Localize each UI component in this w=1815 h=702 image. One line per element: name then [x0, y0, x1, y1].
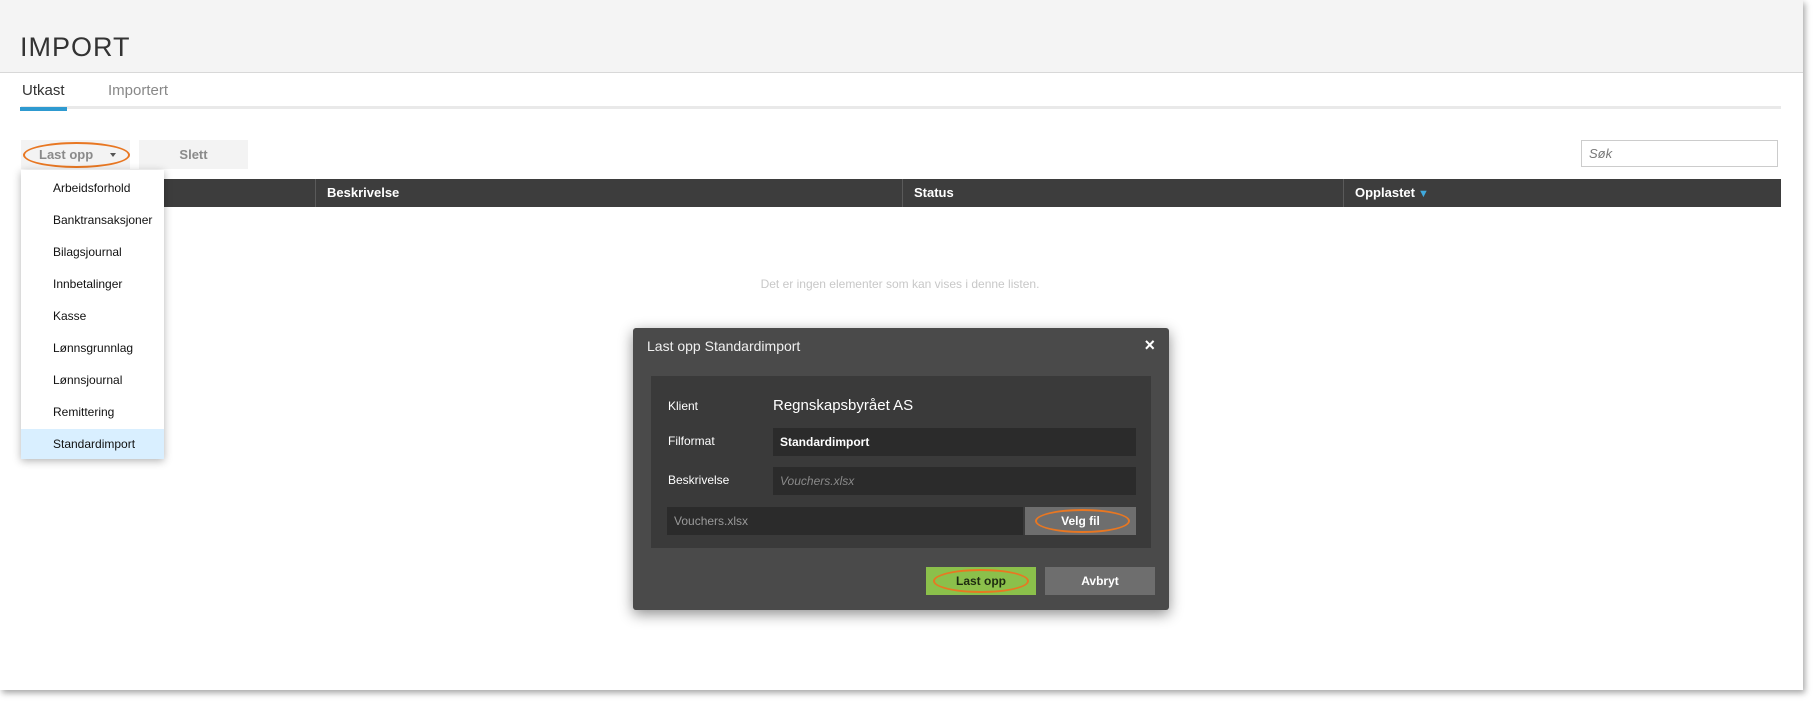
delete-button[interactable]: Slett: [139, 140, 248, 169]
chevron-down-icon: [110, 153, 116, 157]
column-label: Beskrivelse: [327, 185, 400, 200]
menu-item-lonnsjournal[interactable]: Lønnsjournal: [21, 365, 164, 395]
confirm-upload-button[interactable]: Last opp: [926, 567, 1036, 595]
menu-item-remittering[interactable]: Remittering: [21, 397, 164, 427]
description-label: Beskrivelse: [668, 473, 730, 487]
menu-item-arbeidsforhold[interactable]: Arbeidsforhold: [21, 173, 164, 203]
upload-dialog: Last opp Standardimport × Klient Regnska…: [633, 328, 1169, 610]
column-header-beskrivelse[interactable]: Beskrivelse: [315, 179, 902, 207]
column-header-opplastet[interactable]: Opplastet ▼: [1343, 179, 1781, 207]
menu-item-standardimport[interactable]: Standardimport: [21, 429, 164, 459]
column-header-status[interactable]: Status: [902, 179, 1343, 207]
cancel-button[interactable]: Avbryt: [1045, 567, 1155, 595]
file-format-label: Filformat: [668, 434, 715, 448]
dialog-title: Last opp Standardimport: [647, 338, 801, 354]
upload-button-label: Last opp: [39, 147, 94, 162]
dialog-form: Klient Regnskapsbyrået AS Filformat Stan…: [651, 376, 1151, 548]
column-label: Status: [914, 185, 954, 200]
tab-utkast[interactable]: Utkast: [20, 82, 67, 111]
file-format-field[interactable]: Standardimport: [773, 428, 1136, 456]
menu-item-kasse[interactable]: Kasse: [21, 301, 164, 331]
table-header: Beskrivelse Status Opplastet ▼: [21, 179, 1781, 207]
column-label: Opplastet: [1355, 185, 1415, 200]
close-icon[interactable]: ×: [1144, 335, 1155, 356]
client-value: Regnskapsbyrået AS: [773, 397, 914, 414]
choose-file-button[interactable]: Velg fil: [1025, 507, 1136, 535]
sort-down-icon: ▼: [1417, 188, 1429, 200]
tab-importert[interactable]: Importert: [108, 82, 168, 99]
menu-item-banktransaksjoner[interactable]: Banktransaksjoner: [21, 205, 164, 235]
description-input[interactable]: Vouchers.xlsx: [773, 467, 1136, 495]
page-title: IMPORT: [20, 32, 131, 62]
search-input[interactable]: [1581, 140, 1778, 167]
tab-bar: Utkast Importert: [20, 78, 1781, 111]
menu-item-lonnsgrunnlag[interactable]: Lønnsgrunnlag: [21, 333, 164, 363]
selected-file-field: Vouchers.xlsx: [667, 507, 1023, 535]
page-header: IMPORT: [0, 0, 1803, 73]
empty-list-message: Det er ingen elementer som kan vises i d…: [760, 277, 1040, 291]
menu-item-bilagsjournal[interactable]: Bilagsjournal: [21, 237, 164, 267]
app-window: IMPORT Utkast Importert Last opp Slett B…: [0, 0, 1803, 690]
upload-type-menu: Arbeidsforhold Banktransaksjoner Bilagsj…: [21, 170, 164, 459]
client-label: Klient: [668, 399, 699, 413]
upload-dropdown-button[interactable]: Last opp: [21, 140, 130, 169]
menu-item-innbetalinger[interactable]: Innbetalinger: [21, 269, 164, 299]
